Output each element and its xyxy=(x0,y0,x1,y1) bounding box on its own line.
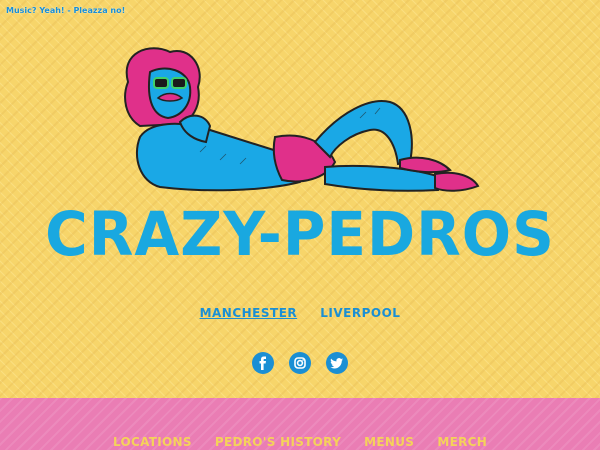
footer-bar: LOCATIONS PEDRO'S HISTORY MENUS MERCH xyxy=(0,398,600,450)
footer-nav: LOCATIONS PEDRO'S HISTORY MENUS MERCH xyxy=(0,431,600,450)
pedro-illustration xyxy=(124,47,480,192)
location-links: MANCHESTER LIVERPOOL xyxy=(0,302,600,321)
facebook-icon[interactable] xyxy=(251,352,274,374)
social-links xyxy=(0,352,600,374)
instagram-icon[interactable] xyxy=(289,352,311,374)
footer-nav-pedros-history[interactable]: PEDRO'S HISTORY xyxy=(215,435,341,449)
footer-nav-locations[interactable]: LOCATIONS xyxy=(113,435,192,449)
location-link-manchester[interactable]: MANCHESTER xyxy=(200,306,298,320)
brand-logo: CRAZY-PEDROS xyxy=(45,198,555,270)
twitter-icon[interactable] xyxy=(326,352,349,374)
music-toggle-link[interactable]: Music? Yeah! - Pleazza no! xyxy=(6,6,125,15)
footer-nav-menus[interactable]: MENUS xyxy=(364,435,414,449)
footer-nav-merch[interactable]: MERCH xyxy=(437,435,487,449)
location-link-liverpool[interactable]: LIVERPOOL xyxy=(320,306,400,320)
